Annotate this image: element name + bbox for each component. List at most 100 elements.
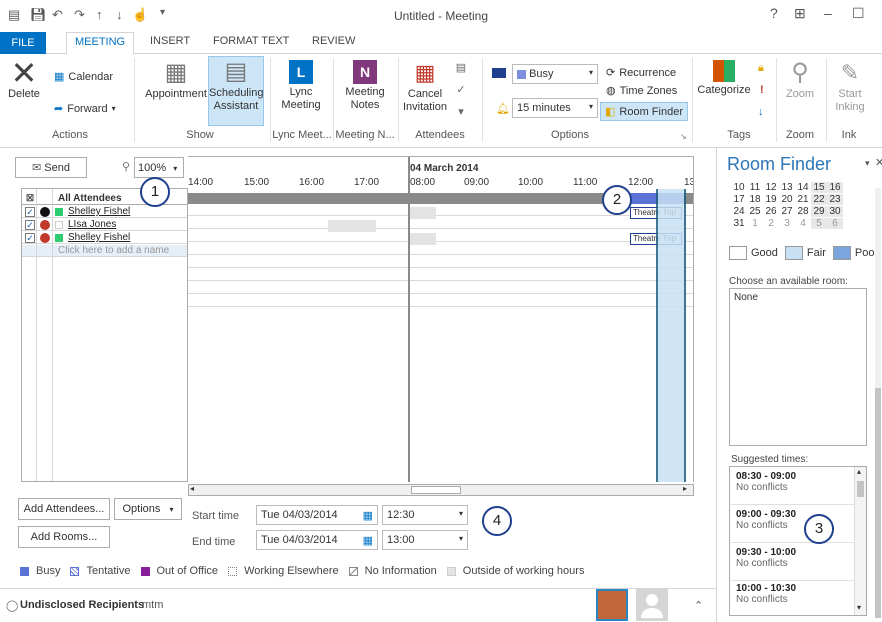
cal-day[interactable]: 4 [795, 218, 811, 229]
meeting-time-selection[interactable] [656, 189, 686, 482]
address-book-icon[interactable]: ▤ [454, 62, 468, 75]
cal-day[interactable]: 22 [811, 194, 827, 205]
cal-day[interactable]: 10 [731, 182, 747, 193]
reminder-select[interactable]: 15 minutes ▾ [512, 98, 598, 118]
cal-day[interactable]: 21 [795, 194, 811, 205]
lync-meeting-button[interactable]: L Lync Meeting [274, 58, 328, 112]
suggested-time-item[interactable]: 10:00 - 10:30 No conflicts [731, 579, 865, 617]
suggested-scrollbar[interactable]: ▴ ▾ [854, 467, 866, 615]
room-list[interactable]: None [729, 288, 867, 446]
delete-button[interactable]: ✕ Delete [6, 57, 42, 101]
cal-day[interactable]: 3 [779, 218, 795, 229]
add-attendees-button[interactable]: Add Attendees... [18, 498, 110, 520]
add-name-row[interactable]: Click here to add a name [22, 245, 187, 257]
response-options-icon[interactable]: ▾ [454, 106, 468, 119]
recipients-label[interactable]: Undisclosed Recipients [20, 599, 144, 611]
attendee-checkbox[interactable]: ✓ [25, 220, 35, 230]
scroll-up-icon[interactable]: ▴ [857, 467, 861, 476]
avatar[interactable] [596, 589, 628, 621]
cal-day[interactable]: 28 [795, 206, 811, 217]
cal-day[interactable]: 30 [827, 206, 843, 217]
suggested-time-item[interactable]: 09:00 - 09:30 No conflicts [731, 505, 865, 543]
close-icon[interactable]: ✕ [875, 156, 882, 169]
suggested-time-item[interactable]: 09:30 - 10:00 No conflicts [731, 543, 865, 581]
cal-day[interactable]: 24 [731, 206, 747, 217]
recurrence-button[interactable]: ⟳ Recurrence [606, 66, 676, 80]
private-lock-icon[interactable]: 🔒︎ [758, 62, 764, 75]
pane-menu-icon[interactable]: ▾ [865, 158, 870, 169]
scroll-thumb[interactable] [875, 388, 881, 618]
low-importance-icon[interactable]: ↓ [758, 106, 764, 118]
maximize-button[interactable]: ☐ [852, 5, 865, 22]
calendar-picker-icon[interactable]: ▦ [363, 509, 373, 522]
required-attendee-icon[interactable] [40, 220, 50, 230]
attendee-checkbox[interactable]: ✓ [25, 207, 35, 217]
calendar-button[interactable]: ▦ Calendar [54, 70, 113, 84]
start-inking-button[interactable]: ✎ Start Inking [828, 58, 872, 114]
scroll-thumb[interactable] [857, 481, 864, 497]
appointment-button[interactable]: ▦ Appointment [144, 58, 208, 101]
attendee-row[interactable]: ✓ LIsa Jones [22, 219, 187, 231]
required-attendee-icon[interactable] [40, 233, 50, 243]
cal-day[interactable]: 25 [747, 206, 763, 217]
check-names-icon[interactable]: ✓ [454, 84, 468, 97]
tab-insert[interactable]: INSERT [150, 35, 190, 47]
cal-day[interactable]: 26 [763, 206, 779, 217]
cal-day[interactable]: 27 [779, 206, 795, 217]
cal-day[interactable]: 1 [747, 218, 763, 229]
scheduling-assistant-button[interactable]: ▤ Scheduling Assistant [208, 56, 264, 126]
pane-scrollbar[interactable] [875, 188, 881, 618]
cal-day[interactable]: 29 [811, 206, 827, 217]
attendee-name[interactable]: LIsa Jones [68, 219, 116, 231]
cal-day[interactable]: 6 [827, 218, 843, 229]
options-button[interactable]: Options ▾ [114, 498, 182, 520]
cal-day[interactable]: 2 [763, 218, 779, 229]
add-name-placeholder[interactable]: Click here to add a name [58, 245, 169, 257]
send-button[interactable]: ✉ Send [15, 157, 87, 178]
dialog-launcher-icon[interactable]: ↘ [680, 132, 687, 141]
cal-day[interactable]: 23 [827, 194, 843, 205]
help-button[interactable]: ? [770, 5, 778, 21]
attendee-row[interactable]: ✓ Shelley Fishel [22, 206, 187, 218]
categorize-button[interactable]: Categorize [694, 58, 754, 97]
cal-day[interactable]: 19 [763, 194, 779, 205]
timeline-scrollbar[interactable]: ◂ ▸ [188, 484, 694, 496]
start-date-field[interactable]: Tue 04/03/2014 ▦ [256, 505, 378, 525]
cal-day[interactable]: 15 [811, 182, 827, 193]
avatar-placeholder[interactable] [636, 589, 668, 621]
tab-review[interactable]: REVIEW [312, 35, 355, 47]
add-rooms-button[interactable]: Add Rooms... [18, 526, 110, 548]
scroll-thumb[interactable] [411, 486, 461, 494]
scroll-right-icon[interactable]: ▸ [683, 484, 687, 493]
minimize-button[interactable]: – [824, 5, 832, 21]
ribbon-display-button[interactable]: ⊞ [794, 5, 806, 22]
end-time-select[interactable]: 13:00 ▾ [382, 530, 468, 550]
forward-button[interactable]: ➦ Forward ▾ [54, 102, 116, 116]
cal-day[interactable]: 20 [779, 194, 795, 205]
meeting-notes-button[interactable]: N Meeting Notes [338, 58, 392, 112]
suggested-time-item[interactable]: 08:30 - 09:00 No conflicts [731, 467, 865, 505]
cal-day[interactable]: 14 [795, 182, 811, 193]
cal-day[interactable]: 31 [731, 218, 747, 229]
scroll-down-icon[interactable]: ▾ [857, 603, 861, 612]
cal-day[interactable]: 12 [763, 182, 779, 193]
high-importance-icon[interactable]: ! [760, 84, 764, 96]
attendee-name[interactable]: Shelley Fishel [68, 206, 130, 218]
cal-day[interactable]: 5 [811, 218, 827, 229]
expand-people-pane-icon[interactable]: ⌃ [694, 599, 703, 612]
cal-day[interactable]: 17 [731, 194, 747, 205]
end-date-field[interactable]: Tue 04/03/2014 ▦ [256, 530, 378, 550]
calendar-picker-icon[interactable]: ▦ [363, 534, 373, 547]
zoom-select[interactable]: 100% ▾ [134, 157, 184, 178]
sort-icon[interactable]: ☒ [25, 194, 35, 204]
room-option[interactable]: None [734, 292, 758, 303]
cal-day[interactable]: 11 [747, 182, 763, 193]
tab-meeting[interactable]: MEETING [66, 32, 135, 55]
cancel-invitation-button[interactable]: ▦ Cancel Invitation [400, 58, 450, 114]
room-finder-button[interactable]: ◧ Room Finder [600, 102, 688, 121]
cal-day[interactable]: 16 [827, 182, 843, 193]
attendee-name[interactable]: Shelley Fishel [68, 232, 130, 244]
tab-file[interactable]: FILE [0, 32, 46, 54]
attendee-checkbox[interactable]: ✓ [25, 233, 35, 243]
show-as-select[interactable]: Busy ▾ [512, 64, 598, 84]
